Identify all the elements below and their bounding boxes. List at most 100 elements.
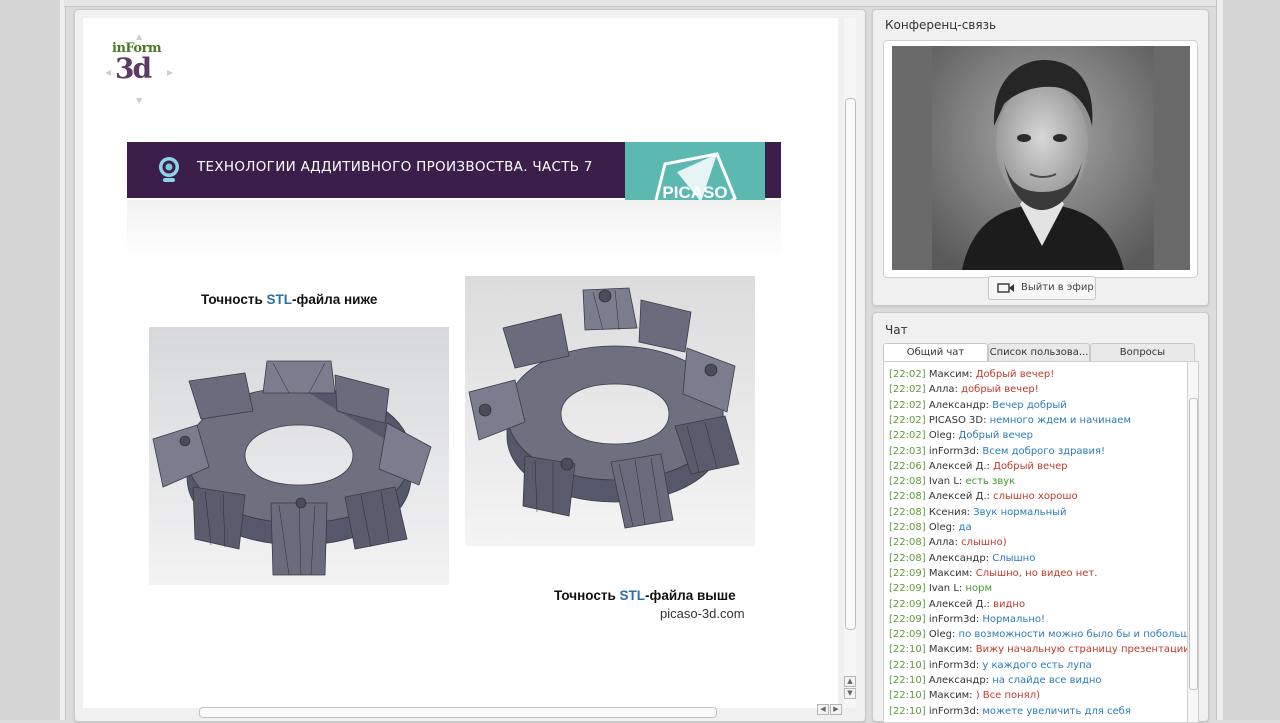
go-live-button[interactable]: Выйти в эфир [988,276,1096,300]
slide-horizontal-scrollbar[interactable] [199,707,717,718]
message-user: Алла: [928,537,958,549]
message-time: [22:09] [889,629,926,641]
chat-message: [22:10] Александр: на слайде все видно [889,673,1102,688]
chat-message: [22:10] Максим: ) Все понял) [889,688,1040,703]
message-text: слышно) [961,537,1007,549]
message-text: Слышно, но видео нет. [975,567,1098,579]
speaker-video [892,46,1190,270]
message-user: Oleg: [928,522,956,533]
message-time: [22:10] [889,675,926,686]
video-frame [883,40,1198,278]
conference-title: Конференц-связь [885,18,997,32]
caption-high-accuracy: Точность STL-файла выше [554,588,736,603]
scroll-right-button[interactable]: ▶ [830,704,842,715]
gear-image-high-poly [465,276,755,546]
chat-message: [22:03] inForm3d: Всем доброго здравия! [889,444,1105,459]
message-time: [22:03] [889,445,926,457]
go-live-label: Выйти в эфир [1021,282,1094,293]
chat-panel: Чат Общий чат Список пользова... Вопросы… [872,312,1209,723]
message-text: Нормально! [982,613,1045,625]
message-time: [22:10] [889,705,926,717]
message-time: [22:02] [889,384,926,396]
chat-title: Чат [885,323,908,337]
chat-message: [22:02] Александр: Вечер добрый [889,398,1067,413]
message-time: [22:02] [889,399,926,411]
message-time: [22:09] [889,598,926,610]
slide-title: ТЕХНОЛОГИИ АДДИТИВНОГО ПРОИЗВОСТВА. ЧАСТ… [197,159,593,175]
slide-banner: ТЕХНОЛОГИИ АДДИТИВНОГО ПРОИЗВОСТВА. ЧАСТ… [127,142,625,198]
presentation-panel: ▲ ◀ ▶ ▼ inForm 3d ТЕХНОЛОГИИ АДДИТИВНОГО… [74,9,866,722]
message-user: Ivan L: [928,583,963,595]
message-time: [22:08] [889,476,926,488]
message-text: Добрый вечер! [975,369,1055,380]
slide-scroll-thumb[interactable] [845,98,856,630]
scroll-up-button[interactable]: ▲ [844,676,856,687]
gear-image-low-poly [149,327,449,585]
chat-message: [22:08] Алексей Д.: слышно хорошо [889,489,1078,504]
top-bar [64,0,1280,7]
chat-message: [22:09] inForm3d: Нормально! [889,612,1045,627]
message-text: на слайде все видно [992,675,1102,686]
scroll-down-button[interactable]: ▼ [844,688,856,699]
tab-user-list[interactable]: Список пользова... [988,343,1090,361]
message-user: Александр: [928,399,990,411]
message-time: [22:09] [889,583,926,595]
message-time: [22:06] [889,460,926,472]
chat-message: [22:09] Алексей Д.: видно [889,597,1025,612]
message-text: у каждого есть лупа [982,659,1092,671]
banner-shadow [127,200,781,260]
logo-big-text: 3d [115,52,152,85]
caption-low-accuracy: Точность STL-файла ниже [201,292,378,307]
message-user: Ксения: [928,506,970,518]
message-text: Добрый вечер [993,460,1068,472]
chat-message: [22:08] Ivan L: есть звук [889,474,1015,489]
message-time: [22:10] [889,644,926,656]
chat-message: [22:10] Максим: Вижу начальную страницу … [889,642,1188,657]
message-text: Звук нормальный [973,506,1067,518]
message-time: [22:09] [889,567,926,579]
message-user: Максим: [928,644,973,656]
site-url: picaso-3d.com [660,606,745,621]
message-text: Слышно [992,552,1036,564]
message-text: немного ждем и начинаем [989,414,1131,426]
chat-message: [22:02] Oleg: Добрый вечер [889,428,1033,443]
message-time: [22:02] [889,369,926,380]
message-text: можете увеличить для себя [982,705,1131,717]
message-user: Алексей Д.: [928,598,990,610]
message-time: [22:08] [889,491,926,503]
message-text: да [958,522,972,533]
message-text: есть звук [965,476,1016,488]
tab-questions[interactable]: Вопросы [1090,343,1195,361]
message-time: [22:10] [889,690,926,702]
right-background [1216,0,1280,720]
message-text: Добрый вечер [958,430,1034,442]
chat-message: [22:09] Oleg: по возможности можно было … [889,627,1189,642]
chat-scroll-thumb[interactable] [1189,398,1198,690]
message-user: Oleg: [928,629,956,641]
message-user: Ivan L: [928,476,963,488]
slide-vertical-scrollbar[interactable] [844,18,856,708]
chat-scrollbar[interactable] [1187,361,1199,723]
tab-general-chat[interactable]: Общий чат [883,343,988,362]
message-user: inForm3d: [928,445,980,457]
message-text: по возможности можно было бы и побольше [958,629,1189,641]
message-time: [22:10] [889,659,926,671]
chat-message: [22:09] Ivan L: норм [889,581,992,596]
message-user: Алла: [928,384,958,396]
message-user: PICASO 3D: [928,414,987,426]
message-time: [22:08] [889,506,926,518]
message-user: inForm3d: [928,659,980,671]
message-text: Всем доброго здравия! [982,445,1105,457]
scroll-left-button[interactable]: ◀ [817,704,829,715]
message-user: inForm3d: [928,613,980,625]
left-background [0,0,66,720]
message-time: [22:02] [889,414,926,426]
message-user: Алексей Д.: [928,491,990,503]
message-text: видно [993,598,1026,610]
webcam-icon [159,157,179,182]
message-user: inForm3d: [928,705,980,717]
chat-message: [22:02] Максим: Добрый вечер! [889,367,1054,382]
inform3d-logo: ▲ ◀ ▶ ▼ inForm 3d [105,32,174,105]
message-user: Максим: [928,369,973,380]
message-time: [22:02] [889,430,926,442]
